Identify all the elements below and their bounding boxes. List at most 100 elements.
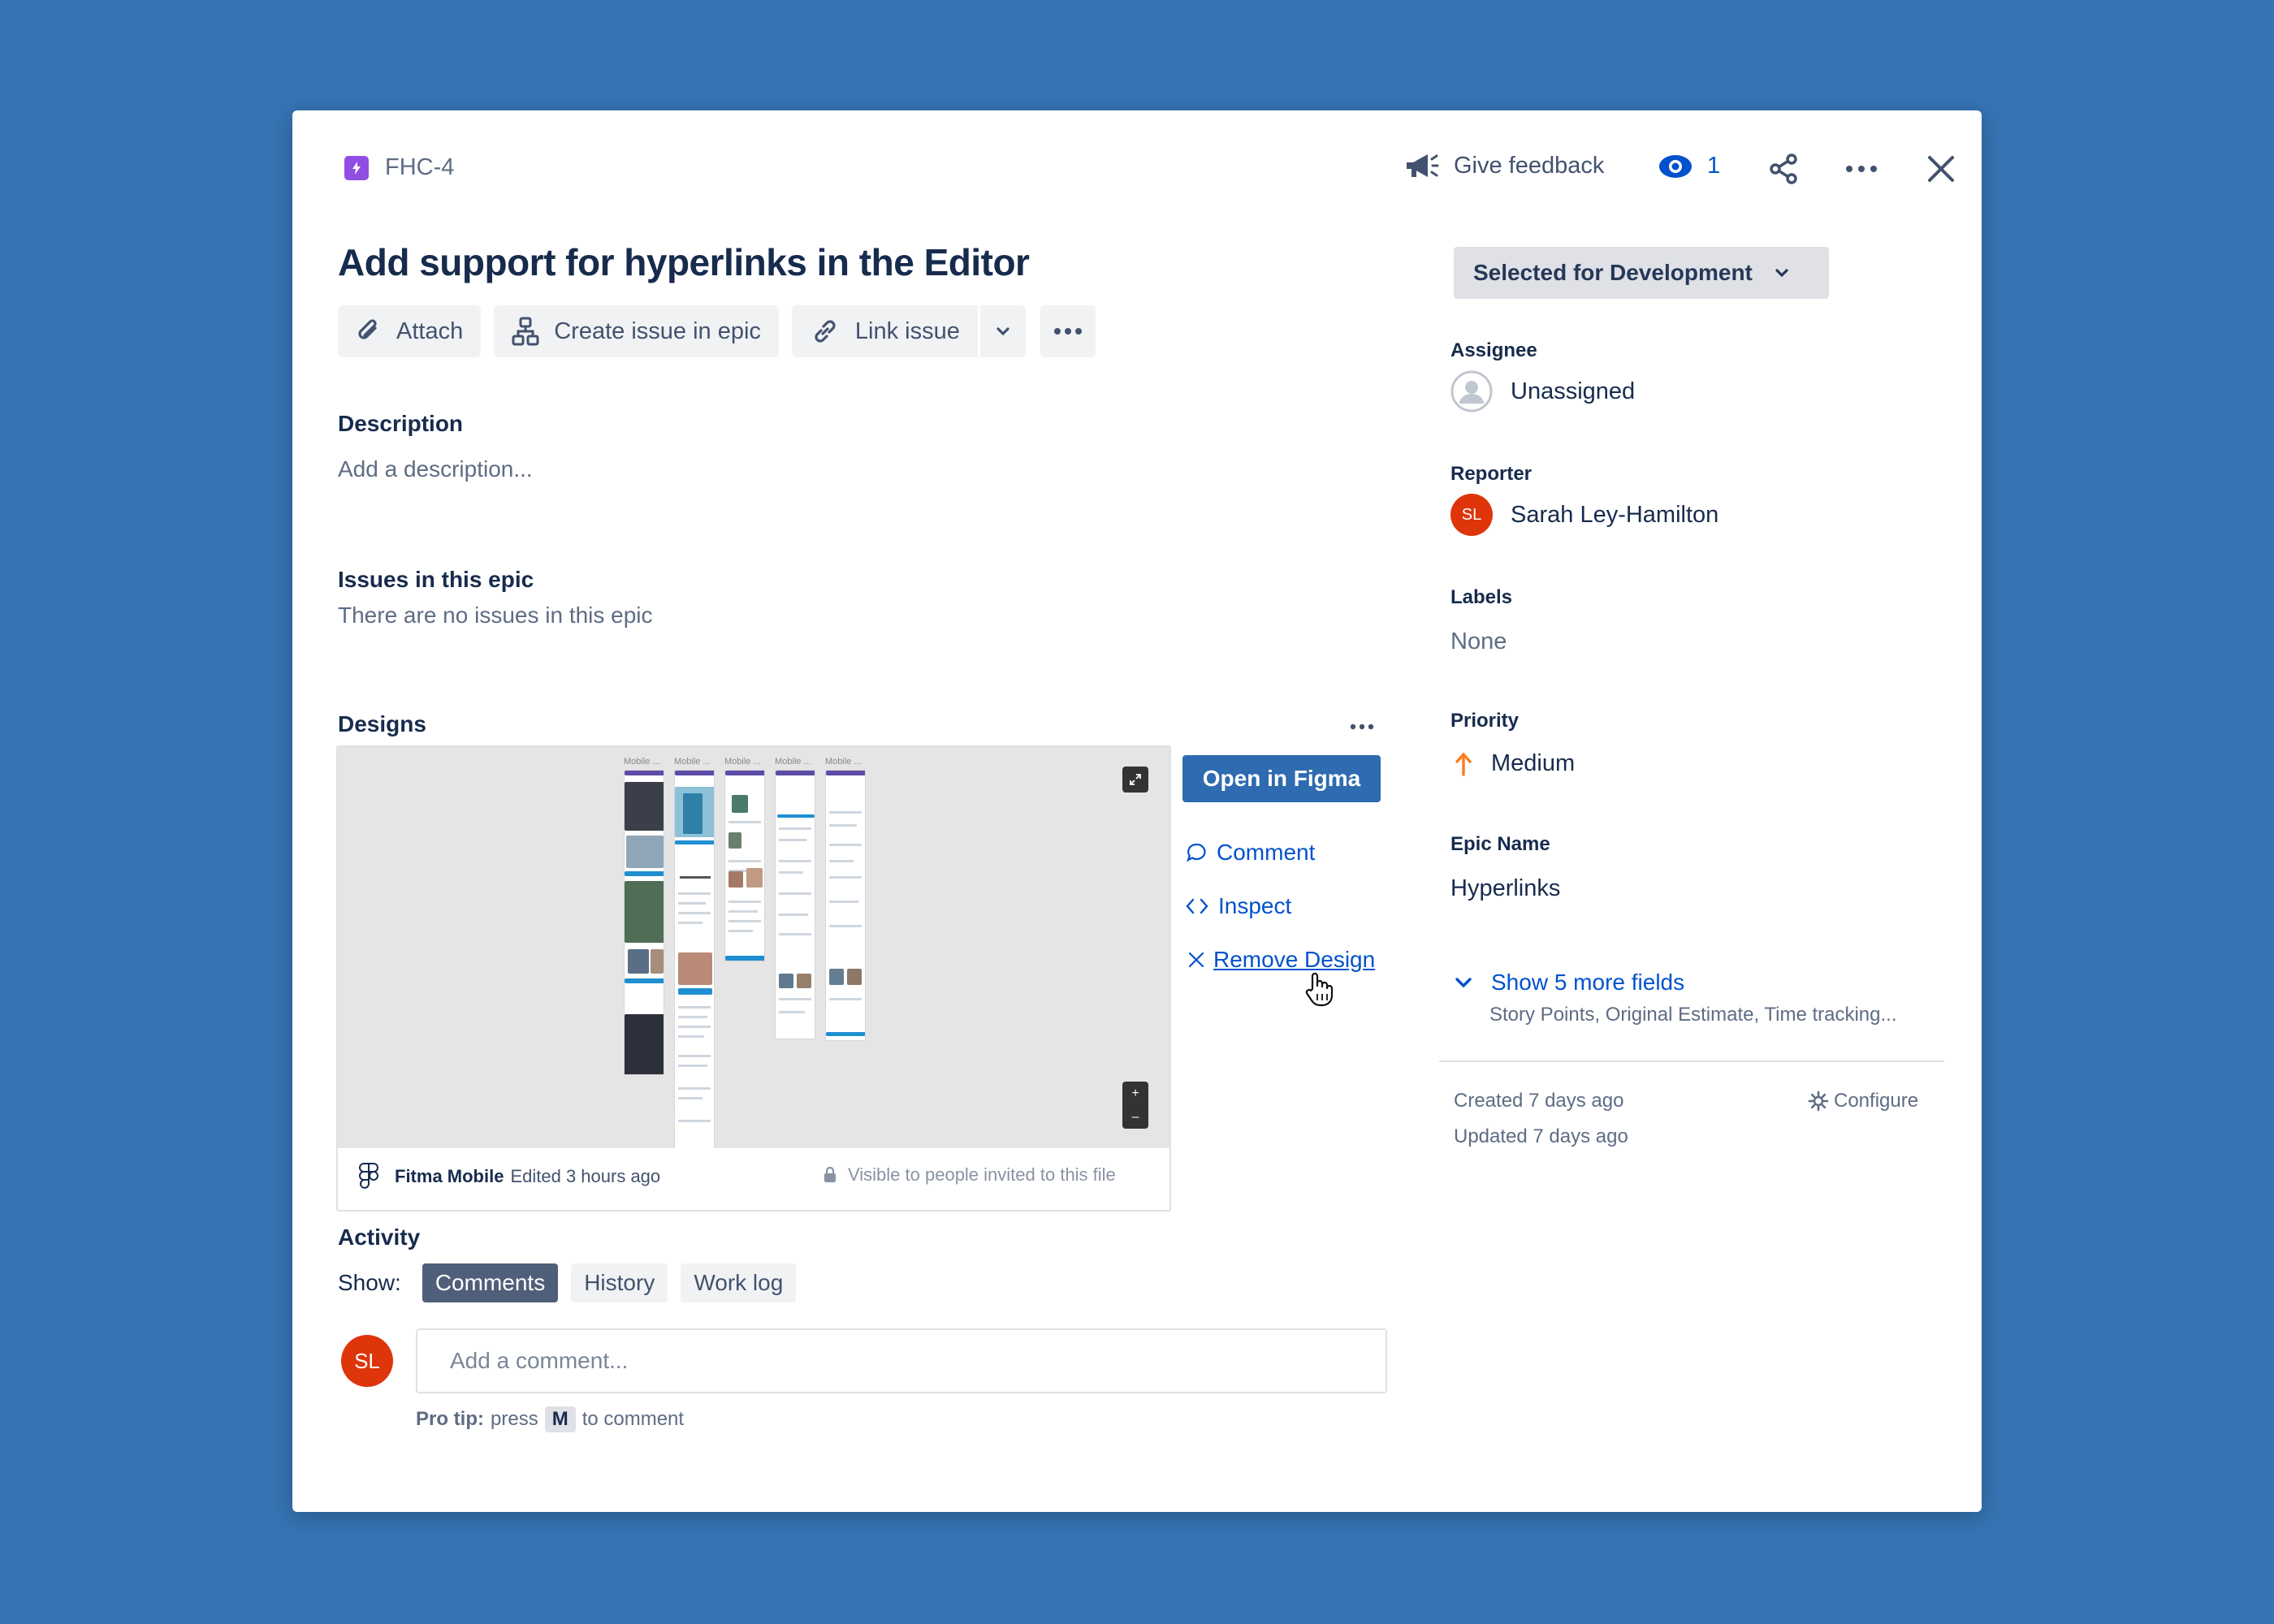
design-visibility: Visible to people invited to this file — [824, 1164, 1116, 1186]
tab-comments[interactable]: Comments — [422, 1263, 559, 1302]
share-button[interactable] — [1767, 153, 1800, 185]
description-heading: Description — [338, 411, 464, 436]
frame-label: Mobile ... — [724, 757, 761, 767]
code-icon — [1186, 897, 1208, 915]
issue-key-breadcrumb[interactable]: FHC-4 — [344, 154, 454, 181]
designs-heading: Designs — [338, 711, 426, 736]
keyboard-key: M — [544, 1406, 576, 1432]
frame-label: Mobile ... — [825, 757, 862, 767]
designs-more-button[interactable] — [1350, 723, 1374, 731]
link-issue-label: Link issue — [854, 317, 960, 344]
issue-toolbar: Attach Create issue in epic Link issue — [338, 305, 1096, 357]
hierarchy-icon — [512, 317, 539, 346]
link-issue-button[interactable]: Link issue — [791, 305, 978, 357]
link-icon — [810, 316, 841, 347]
reporter-value: Sarah Ley-Hamilton — [1511, 501, 1719, 528]
share-icon — [1767, 153, 1800, 185]
give-feedback-button[interactable]: Give feedback — [1403, 149, 1604, 182]
description-field[interactable]: Add a description... — [338, 456, 533, 482]
pro-tip-press: press — [491, 1408, 538, 1430]
pro-tip-bold: Pro tip: — [416, 1408, 484, 1430]
design-comment-link[interactable]: Comment — [1186, 840, 1315, 866]
visibility-text: Visible to people invited to this file — [848, 1164, 1116, 1185]
comment-input[interactable]: Add a comment... — [416, 1328, 1387, 1393]
attach-button[interactable]: Attach — [338, 305, 482, 357]
design-preview[interactable]: Mobile ... Mobile ... Mobile ... Mobile … — [338, 747, 1169, 1148]
design-frame — [674, 770, 715, 1148]
epic-name-value[interactable]: Hyperlinks — [1450, 875, 1560, 902]
expand-icon — [1129, 773, 1142, 786]
status-dropdown[interactable]: Selected for Development — [1454, 247, 1829, 299]
assignee-value: Unassigned — [1511, 378, 1636, 404]
comment-icon — [1186, 842, 1207, 863]
design-card: Mobile ... Mobile ... Mobile ... Mobile … — [336, 745, 1171, 1212]
avatar: SL — [341, 1335, 393, 1387]
design-frame — [825, 770, 866, 1041]
issue-title[interactable]: Add support for hyperlinks in the Editor — [338, 240, 1030, 284]
link-issue-split-button: Link issue — [791, 305, 1026, 357]
show-label: Show: — [338, 1270, 401, 1295]
zoom-out-button[interactable]: – — [1122, 1105, 1148, 1129]
comment-label: Comment — [1217, 840, 1316, 865]
tab-work-log[interactable]: Work log — [681, 1263, 797, 1302]
open-in-figma-button[interactable]: Open in Figma — [1182, 755, 1381, 802]
design-file-name[interactable]: Fitma Mobile — [395, 1166, 504, 1187]
reporter-field[interactable]: SL Sarah Ley-Hamilton — [1450, 494, 1718, 536]
zoom-in-button[interactable]: + — [1122, 1082, 1148, 1105]
design-frame — [724, 770, 765, 961]
show-more-fields-button[interactable]: Show 5 more fields — [1454, 970, 1684, 996]
chevron-down-icon — [995, 326, 1011, 337]
close-icon — [1926, 154, 1956, 184]
close-icon — [1187, 951, 1205, 969]
labels-value[interactable]: None — [1450, 628, 1507, 655]
toolbar-more-button[interactable] — [1040, 305, 1096, 357]
priority-field[interactable]: Medium — [1455, 750, 1575, 777]
frame-label: Mobile ... — [775, 757, 811, 767]
epic-icon — [344, 155, 369, 180]
gear-icon — [1808, 1091, 1829, 1112]
inspect-label: Inspect — [1218, 893, 1292, 918]
labels-label: Labels — [1450, 586, 1513, 608]
frame-label: Mobile ... — [624, 757, 660, 767]
configure-label: Configure — [1834, 1090, 1919, 1112]
assignee-label: Assignee — [1450, 339, 1537, 361]
more-fields-summary: Story Points, Original Estimate, Time tr… — [1489, 1004, 1897, 1026]
zoom-controls: + – — [1122, 1082, 1148, 1129]
feedback-label: Give feedback — [1454, 152, 1605, 179]
issue-modal: FHC-4 Give feedback 1 Add support for hy… — [292, 110, 1982, 1512]
expand-preview-button[interactable] — [1122, 767, 1148, 793]
user-avatar-icon — [1450, 370, 1493, 412]
issue-key[interactable]: FHC-4 — [385, 154, 454, 181]
chevron-down-icon — [1454, 976, 1473, 989]
design-file-info: Fitma Mobile Edited 3 hours ago — [359, 1163, 660, 1190]
epic-name-label: Epic Name — [1450, 833, 1550, 855]
remove-design-label: Remove Design — [1213, 947, 1376, 972]
priority-value: Medium — [1491, 750, 1576, 776]
watch-count: 1 — [1707, 153, 1721, 179]
hand-cursor-icon — [1303, 971, 1335, 1007]
more-horizontal-icon — [1845, 161, 1878, 177]
assignee-field[interactable]: Unassigned — [1450, 370, 1635, 412]
show-more-fields-label: Show 5 more fields — [1491, 970, 1685, 995]
remove-design-link[interactable]: Remove Design — [1187, 947, 1375, 973]
avatar: SL — [1450, 494, 1493, 536]
more-horizontal-icon — [1053, 326, 1083, 336]
link-issue-dropdown[interactable] — [979, 305, 1026, 357]
attach-label: Attach — [396, 317, 464, 344]
close-button[interactable] — [1926, 154, 1956, 184]
created-timestamp: Created 7 days ago — [1454, 1090, 1624, 1112]
priority-label: Priority — [1450, 710, 1520, 732]
pro-tip-rest: to comment — [581, 1408, 685, 1430]
watch-button[interactable]: 1 — [1658, 153, 1720, 179]
more-actions-button[interactable] — [1845, 161, 1878, 177]
design-inspect-link[interactable]: Inspect — [1186, 893, 1291, 919]
create-issue-in-epic-button[interactable]: Create issue in epic — [494, 305, 779, 357]
frame-label: Mobile ... — [674, 757, 711, 767]
activity-heading: Activity — [338, 1224, 421, 1250]
eye-icon — [1658, 153, 1693, 179]
megaphone-icon — [1403, 149, 1439, 182]
configure-button[interactable]: Configure — [1808, 1090, 1918, 1112]
figma-logo-icon — [359, 1163, 378, 1190]
more-horizontal-icon — [1350, 723, 1374, 731]
tab-history[interactable]: History — [571, 1263, 668, 1302]
